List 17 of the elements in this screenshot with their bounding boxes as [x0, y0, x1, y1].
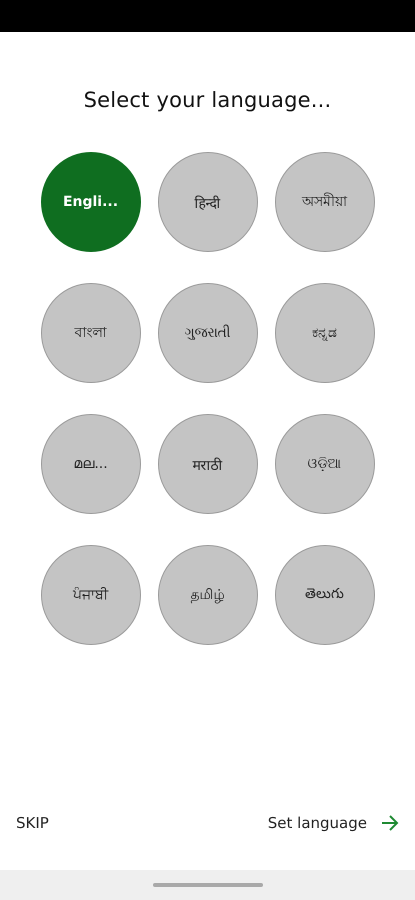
- set-language-button[interactable]: Set language: [268, 814, 399, 832]
- language-option[interactable]: मराठी: [158, 414, 258, 514]
- language-option[interactable]: Engli...: [40, 152, 140, 252]
- language-option[interactable]: ગુજરાતી: [158, 283, 258, 383]
- language-option[interactable]: हिन्दी: [158, 152, 258, 252]
- language-option[interactable]: ಕನ್ನಡ: [274, 283, 374, 383]
- language-option[interactable]: ଓଡ଼ିଆ: [274, 414, 374, 514]
- home-handle[interactable]: [152, 883, 262, 887]
- page-title: Select your language...: [82, 88, 332, 112]
- arrow-right-icon: [381, 815, 399, 831]
- skip-button[interactable]: SKIP: [16, 814, 49, 832]
- language-option[interactable]: தமிழ்: [158, 545, 258, 645]
- language-option[interactable]: ਪੰਜਾਬੀ: [40, 545, 140, 645]
- language-option[interactable]: অসমীয়া: [274, 152, 374, 252]
- language-option[interactable]: বাংলা: [40, 283, 140, 383]
- language-option[interactable]: മല...: [40, 414, 140, 514]
- language-option[interactable]: తెలుగు: [274, 545, 374, 645]
